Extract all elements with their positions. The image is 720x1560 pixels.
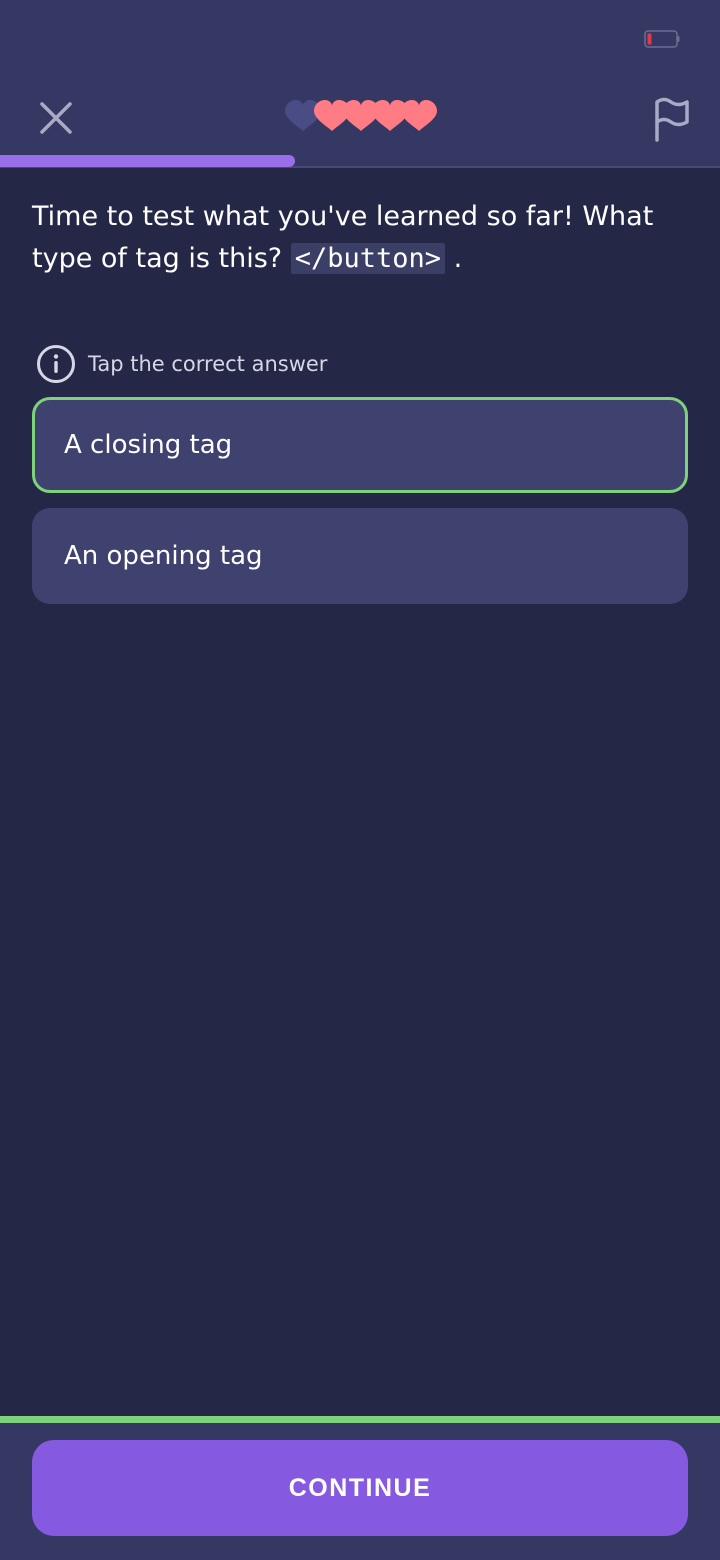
battery-low-icon [644,30,680,48]
lives-hearts [285,100,437,131]
question-text: Time to test what you've learned so far!… [32,196,692,280]
question-code-snippet: </button> [290,243,446,274]
hint: Tap the correct answer [36,344,327,384]
lesson-progress-fill [0,155,296,167]
answer-option-label: An opening tag [64,541,263,571]
lesson-progress-bar [0,155,720,167]
heart-full-icon [401,100,437,131]
flag-icon[interactable] [650,96,692,142]
answer-option-opening-tag[interactable]: An opening tag [32,508,688,604]
answer-option-closing-tag[interactable]: A closing tag [32,397,688,493]
hint-text: Tap the correct answer [88,352,328,376]
footer: CONTINUE [0,1416,720,1560]
continue-button-label: CONTINUE [288,1473,432,1502]
question-text-after: . [445,243,463,274]
status-bar [0,0,720,80]
answer-option-label: A closing tag [64,430,233,460]
info-icon [37,345,75,383]
continue-button[interactable]: CONTINUE [32,1440,688,1536]
close-icon[interactable] [36,98,76,138]
